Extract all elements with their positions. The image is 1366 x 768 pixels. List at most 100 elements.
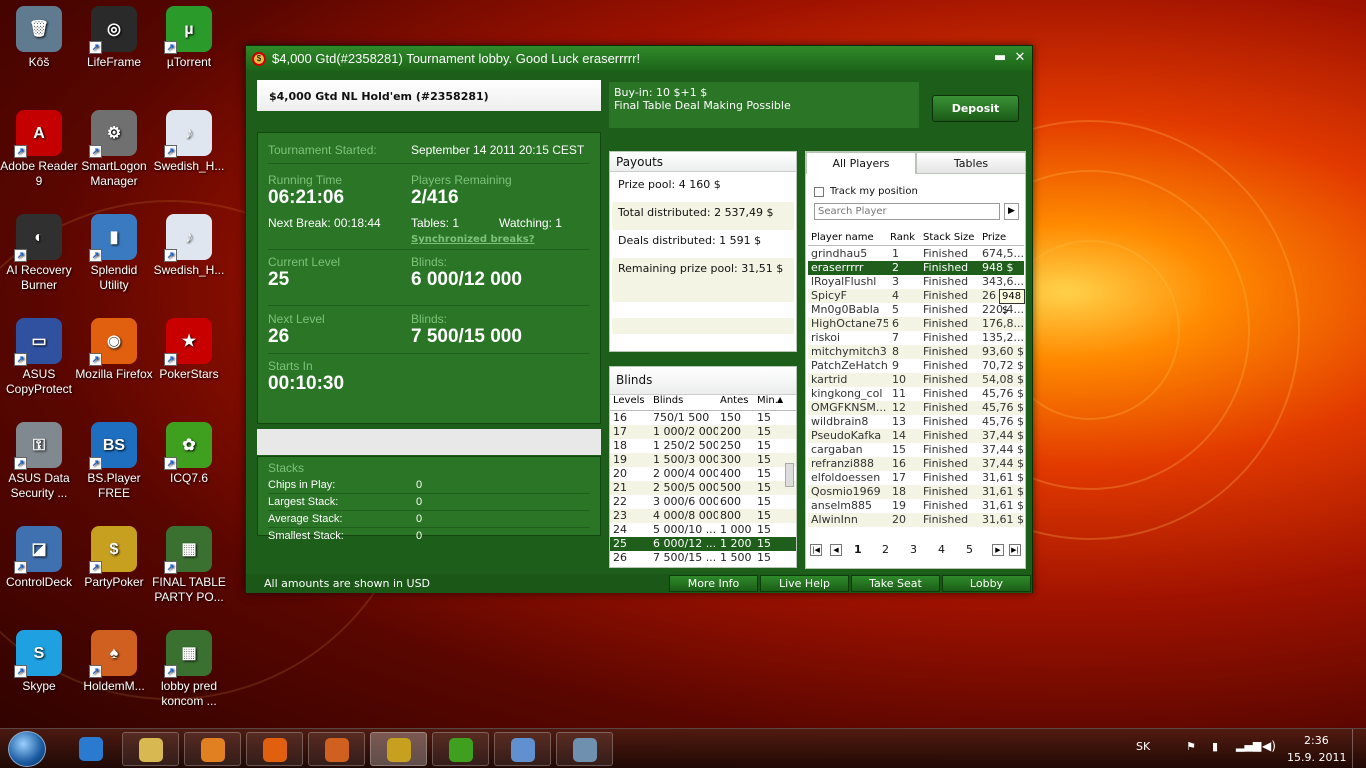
language-indicator[interactable]: SK [1136, 740, 1150, 753]
player-row[interactable]: SpicyF 4 Finished 26 [808, 289, 1024, 303]
desktop-icon[interactable]: BS ↗ BS.Player FREE [75, 422, 153, 501]
col-stack-size[interactable]: Stack Size [920, 230, 979, 245]
desktop-icon[interactable]: S ↗ Skype [0, 630, 78, 694]
next-page-icon[interactable]: ▶ [992, 544, 1004, 556]
taskbar-calculator-button[interactable] [556, 732, 613, 766]
blind-level-row[interactable]: 26 7 500/15 ... 1 500 15 [610, 551, 796, 565]
blind-level-row[interactable]: 23 4 000/8 000 800 15 [610, 509, 796, 523]
desktop-icon[interactable]: ◉ ↗ Mozilla Firefox [75, 318, 153, 382]
col-levels[interactable]: Levels [610, 395, 650, 410]
blind-level-row[interactable]: 17 1 000/2 000 200 15 [610, 425, 796, 439]
player-row[interactable]: grindhau5 1 Finished 674,5... [808, 247, 1024, 261]
desktop-icon[interactable]: A ↗ Adobe Reader 9 [0, 110, 78, 189]
player-row[interactable]: riskoi 7 Finished 135,2... [808, 331, 1024, 345]
scroll-up-icon[interactable]: ▲ [777, 395, 789, 410]
player-row[interactable]: kartrid 10 Finished 54,08 $ [808, 373, 1024, 387]
search-player-input[interactable] [814, 203, 1000, 220]
start-button[interactable] [8, 731, 46, 767]
desktop-icon[interactable]: ▮ ↗ Splendid Utility [75, 214, 153, 293]
player-row[interactable]: Qosmio1969 18 Finished 31,61 $ [808, 485, 1024, 499]
desktop-icon[interactable]: ★ ↗ PokerStars [150, 318, 228, 382]
player-row[interactable]: OMGFKNSM... 12 Finished 45,76 $ [808, 401, 1024, 415]
show-desktop-button[interactable] [1352, 729, 1366, 768]
deposit-button[interactable]: Deposit [932, 95, 1019, 122]
page-number[interactable]: 1 [854, 543, 862, 556]
track-checkbox[interactable] [814, 186, 824, 197]
desktop-icon[interactable]: µ ↗ µTorrent [150, 6, 228, 70]
desktop-icon[interactable]: ✿ ↗ ICQ7.6 [150, 422, 228, 486]
action-center-flag-icon[interactable]: ⚑ [1186, 740, 1196, 753]
page-number[interactable]: 4 [938, 543, 945, 556]
player-row[interactable]: mitchymitch3 8 Finished 93,60 $ [808, 345, 1024, 359]
network-icon[interactable]: ▂▄▆ [1236, 739, 1261, 752]
taskbar-holdem-manager-button[interactable] [308, 732, 365, 766]
page-number[interactable]: 5 [966, 543, 973, 556]
desktop-icon[interactable]: ♠ ↗ HoldemM... [75, 630, 153, 694]
desktop-icon[interactable]: ◐ ↗ AI Recovery Burner [0, 214, 78, 293]
desktop-icon[interactable]: ◪ ↗ ControlDeck [0, 526, 78, 590]
taskbar-ie-button[interactable] [62, 732, 119, 766]
desktop-icon[interactable]: ⚿ ↗ ASUS Data Security ... [0, 422, 78, 501]
take-seat-button[interactable]: Take Seat [851, 575, 940, 592]
blind-level-row[interactable]: 21 2 500/5 000 500 15 [610, 481, 796, 495]
col-blinds[interactable]: Blinds [650, 395, 718, 410]
taskbar-paint-button[interactable] [494, 732, 551, 766]
prev-page-icon[interactable]: ◀ [830, 544, 842, 556]
power-icon[interactable]: ▮ [1212, 740, 1218, 753]
col-min[interactable]: Min. [755, 395, 778, 410]
desktop-icon[interactable]: ⚙ ↗ SmartLogon Manager [75, 110, 153, 189]
page-number[interactable]: 3 [910, 543, 917, 556]
player-row[interactable]: AlwinInn 20 Finished 31,61 $ [808, 513, 1024, 527]
taskbar-firefox-button[interactable] [246, 732, 303, 766]
player-row[interactable]: refranzi888 16 Finished 37,44 $ [808, 457, 1024, 471]
player-row[interactable]: wildbrain8 13 Finished 45,76 $ [808, 415, 1024, 429]
player-row[interactable]: kingkong_col 11 Finished 45,76 $ [808, 387, 1024, 401]
desktop-icon[interactable]: ♪ ↗ Swedish_H... [150, 214, 228, 278]
more-info-button[interactable]: More Info [669, 575, 758, 592]
player-row[interactable]: Mn0g0Babla5Finished220,4... [808, 303, 1024, 317]
desktop-icon[interactable]: $ ↗ PartyPoker [75, 526, 153, 590]
player-row[interactable]: lRoyalFlushl 3 Finished 343,6... [808, 275, 1024, 289]
player-row[interactable]: HighOctane75 6 Finished 176,8... [808, 317, 1024, 331]
col-antes[interactable]: Antes [718, 395, 755, 410]
blind-level-row[interactable]: 24 5 000/10 ... 1 000 15 [610, 523, 796, 537]
search-go-button[interactable]: ▶ [1004, 203, 1019, 220]
player-row[interactable]: PseudoKafka 14 Finished 37,44 $ [808, 429, 1024, 443]
desktop-icon[interactable]: ▭ ↗ ASUS CopyProtect [0, 318, 78, 397]
tab-tables[interactable]: Tables [916, 152, 1026, 174]
lobby-button[interactable]: Lobby [942, 575, 1031, 592]
desktop-icon[interactable]: ♪ ↗ Swedish_H... [150, 110, 228, 174]
minimize-button[interactable]: ▬ [992, 50, 1008, 65]
clock-time[interactable]: 2:36 [1304, 734, 1329, 747]
col-rank[interactable]: Rank [888, 230, 920, 245]
last-page-icon[interactable]: ▶| [1009, 544, 1021, 556]
taskbar-media-player-button[interactable] [184, 732, 241, 766]
desktop-icon[interactable]: 🗑 Kôš [0, 6, 78, 70]
taskbar-icq-button[interactable] [432, 732, 489, 766]
blind-level-row[interactable]: 16 750/1 500 150 15 [610, 411, 796, 425]
synchronized-breaks-link[interactable]: Synchronized breaks? [411, 234, 535, 245]
desktop-icon[interactable]: ▦ ↗ FINAL TABLE PARTY PO... [150, 526, 228, 605]
player-row[interactable]: cargaban 15 Finished 37,44 $ [808, 443, 1024, 457]
window-titlebar[interactable]: $ $4,000 Gtd(#2358281) Tournament lobby.… [246, 46, 1032, 71]
tab-all-players[interactable]: All Players [806, 152, 916, 174]
player-row[interactable]: eraserrrrr 2 Finished 948 $ [808, 261, 1024, 275]
blinds-scrollbar-thumb[interactable] [785, 463, 794, 487]
blind-level-row[interactable]: 25 6 000/12 ... 1 200 15 [610, 537, 796, 551]
col-prize[interactable]: Prize [979, 230, 1024, 245]
col-player-name[interactable]: Player name [808, 230, 888, 245]
blind-level-row[interactable]: 22 3 000/6 000 600 15 [610, 495, 796, 509]
desktop-icon[interactable]: ◎ ↗ LifeFrame [75, 6, 153, 70]
first-page-icon[interactable]: |◀ [810, 544, 822, 556]
track-position[interactable]: Track my position [814, 186, 918, 197]
live-help-button[interactable]: Live Help [760, 575, 849, 592]
page-number[interactable]: 2 [882, 543, 889, 556]
blind-level-row[interactable]: 19 1 500/3 000 300 15 [610, 453, 796, 467]
player-row[interactable]: anselm885 19 Finished 31,61 $ [808, 499, 1024, 513]
clock-date[interactable]: 15.9. 2011 [1287, 751, 1346, 764]
taskbar-partypoker-button[interactable] [370, 732, 427, 766]
close-button[interactable]: ✕ [1012, 50, 1028, 65]
player-row[interactable]: PatchZeHatch 9 Finished 70,72 $ [808, 359, 1024, 373]
volume-icon[interactable]: ◀) [1262, 739, 1276, 753]
blind-level-row[interactable]: 18 1 250/2 500 250 15 [610, 439, 796, 453]
